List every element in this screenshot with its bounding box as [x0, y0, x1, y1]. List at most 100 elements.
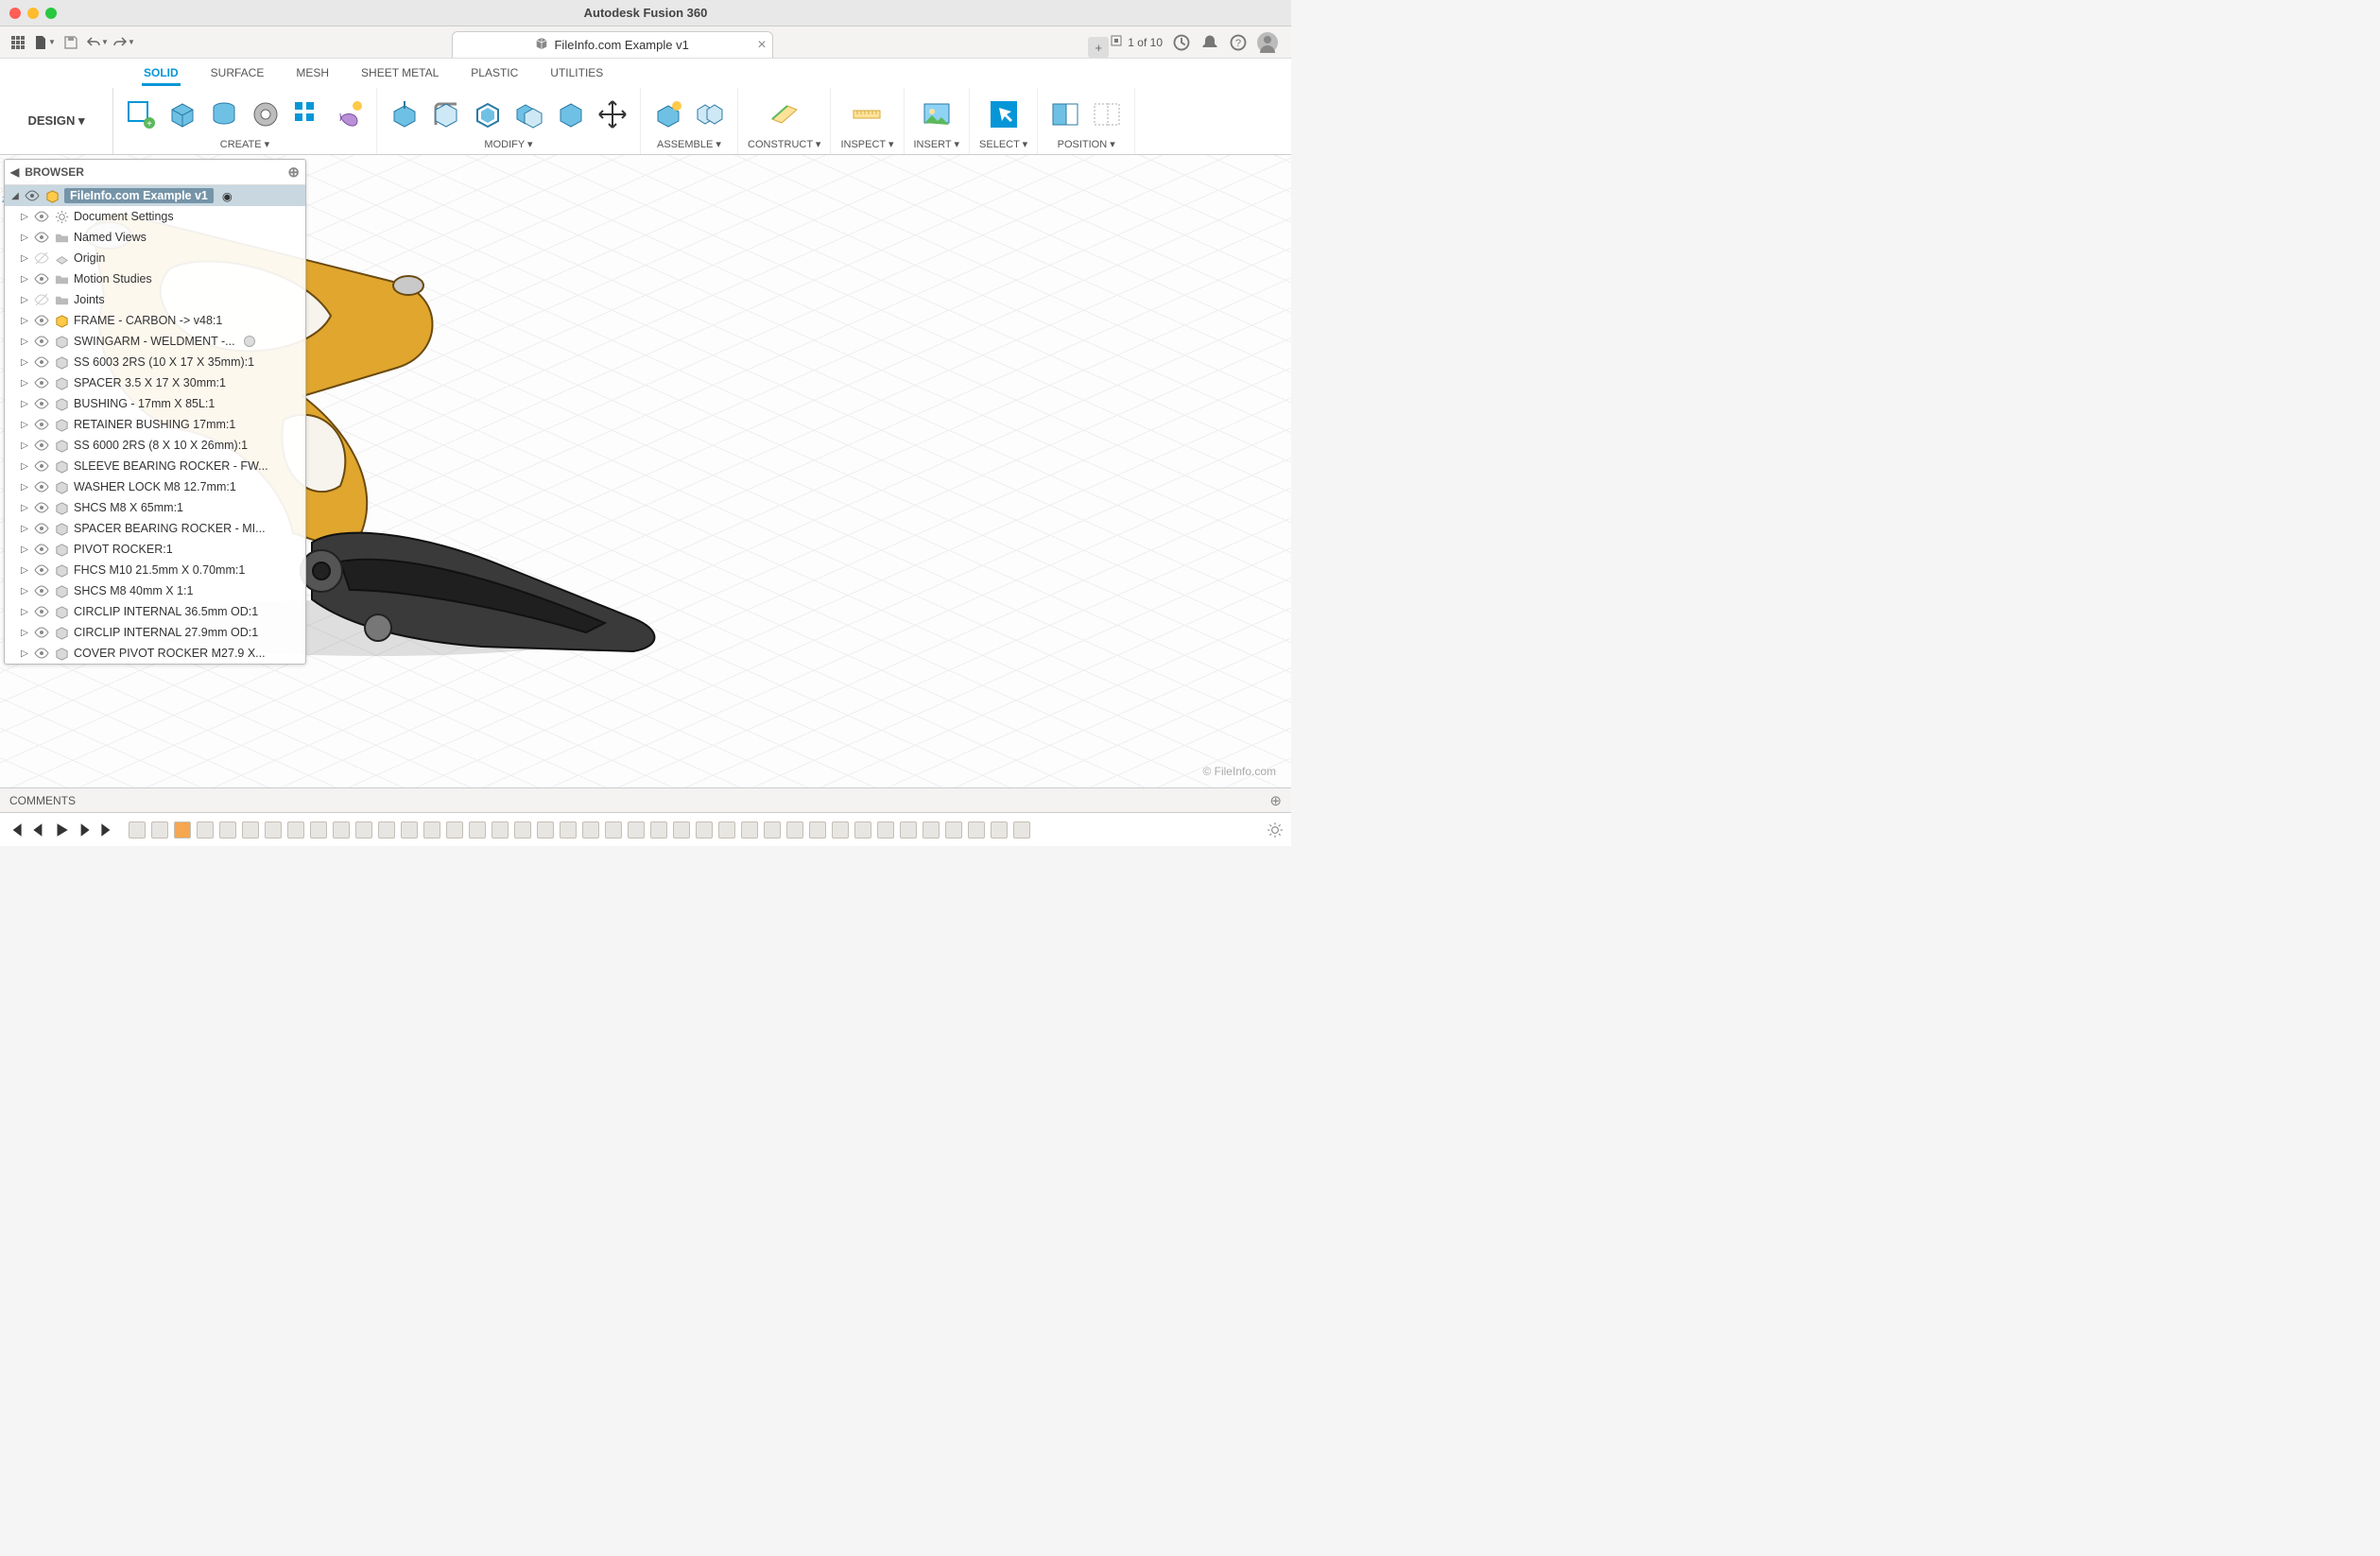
visibility-icon[interactable]	[34, 334, 49, 349]
timeline-next-button[interactable]	[76, 821, 93, 839]
timeline-feature[interactable]	[174, 821, 191, 839]
collapse-left-icon[interactable]: ◀	[10, 165, 19, 179]
tree-node[interactable]: ▷BUSHING - 17mm X 85L:1	[5, 393, 305, 414]
tree-node[interactable]: ▷CIRCLIP INTERNAL 36.5mm OD:1	[5, 601, 305, 622]
expand-icon[interactable]: ▷	[20, 461, 29, 472]
pin-icon[interactable]: ⊕	[1269, 792, 1282, 809]
visibility-icon[interactable]	[34, 500, 49, 515]
timeline-feature[interactable]	[242, 821, 259, 839]
tree-node[interactable]: ▷Origin	[5, 248, 305, 268]
timeline-feature[interactable]	[786, 821, 803, 839]
ribbon-tab-plastic[interactable]: PLASTIC	[469, 62, 520, 86]
visibility-icon[interactable]	[34, 230, 49, 245]
timeline-end-button[interactable]	[98, 821, 115, 839]
visibility-icon[interactable]	[34, 396, 49, 411]
tree-node[interactable]: ▷SHCS M8 40mm X 1:1	[5, 580, 305, 601]
close-tab-icon[interactable]: ×	[757, 37, 766, 54]
undo-button[interactable]: ▼	[85, 30, 110, 55]
tree-node[interactable]: ▷WASHER LOCK M8 12.7mm:1	[5, 476, 305, 497]
visibility-icon[interactable]	[34, 354, 49, 370]
timeline-feature[interactable]	[469, 821, 486, 839]
expand-icon[interactable]: ▷	[20, 482, 29, 493]
timeline-feature[interactable]	[877, 821, 894, 839]
timeline-feature[interactable]	[991, 821, 1008, 839]
visibility-icon[interactable]	[34, 251, 49, 266]
press-pull-icon[interactable]	[387, 96, 423, 132]
bell-icon[interactable]	[1200, 33, 1219, 52]
timeline-feature[interactable]	[378, 821, 395, 839]
visibility-icon[interactable]	[34, 292, 49, 307]
tree-node[interactable]: ▷FHCS M10 21.5mm X 0.70mm:1	[5, 560, 305, 580]
ribbon-group-select-label[interactable]: SELECT ▾	[979, 138, 1027, 152]
timeline-feature[interactable]	[197, 821, 214, 839]
ribbon-group-assemble-label[interactable]: ASSEMBLE ▾	[657, 138, 721, 152]
visibility-icon[interactable]	[34, 417, 49, 432]
timeline-play-button[interactable]	[53, 821, 70, 839]
visibility-icon[interactable]	[34, 583, 49, 598]
tree-node[interactable]: ▷SLEEVE BEARING ROCKER - FW...	[5, 456, 305, 476]
select-icon[interactable]	[986, 96, 1022, 132]
move-icon[interactable]	[595, 96, 630, 132]
timeline-feature[interactable]	[537, 821, 554, 839]
expand-icon[interactable]: ▷	[20, 253, 29, 264]
pin-icon[interactable]: ⊕	[287, 164, 300, 181]
expand-icon[interactable]: ▷	[20, 648, 29, 659]
form-icon[interactable]	[331, 96, 367, 132]
ribbon-tab-solid[interactable]: SOLID	[142, 62, 181, 86]
expand-icon[interactable]: ▷	[20, 212, 29, 222]
visibility-icon[interactable]	[34, 604, 49, 619]
visibility-icon[interactable]	[34, 521, 49, 536]
expand-icon[interactable]: ▷	[20, 357, 29, 368]
tree-node[interactable]: ▷SPACER BEARING ROCKER - MI...	[5, 518, 305, 539]
tree-root[interactable]: ◢ FileInfo.com Example v1 ◉	[5, 185, 305, 206]
align-icon[interactable]	[553, 96, 589, 132]
new-component-icon[interactable]	[650, 96, 686, 132]
job-status[interactable]: 1 of 10	[1109, 33, 1163, 51]
shell-icon[interactable]	[470, 96, 506, 132]
timeline-prev-button[interactable]	[30, 821, 47, 839]
visibility-icon[interactable]	[34, 313, 49, 328]
visibility-icon[interactable]	[25, 188, 40, 203]
new-tab-button[interactable]: +	[1088, 37, 1109, 58]
expand-icon[interactable]: ▷	[20, 295, 29, 305]
tree-node[interactable]: ▷SPACER 3.5 X 17 X 30mm:1	[5, 372, 305, 393]
combine-icon[interactable]	[511, 96, 547, 132]
tree-node[interactable]: ▷SS 6000 2RS (8 X 10 X 26mm):1	[5, 435, 305, 456]
timeline-feature[interactable]	[650, 821, 667, 839]
radio-icon[interactable]: ◉	[222, 189, 233, 203]
position-capture-icon[interactable]	[1047, 96, 1083, 132]
timeline-feature[interactable]	[968, 821, 985, 839]
redo-button[interactable]: ▼	[112, 30, 136, 55]
timeline-feature[interactable]	[401, 821, 418, 839]
document-tab-active[interactable]: FileInfo.com Example v1 ×	[452, 31, 773, 58]
expand-icon[interactable]: ▷	[20, 545, 29, 555]
create-sketch-icon[interactable]: +	[123, 96, 159, 132]
ribbon-tab-sheet-metal[interactable]: SHEET METAL	[359, 62, 440, 86]
timeline-feature[interactable]	[718, 821, 735, 839]
tree-node[interactable]: ▷PIVOT ROCKER:1	[5, 539, 305, 560]
ribbon-tab-utilities[interactable]: UTILITIES	[548, 62, 605, 86]
timeline-feature[interactable]	[582, 821, 599, 839]
joint-icon[interactable]	[692, 96, 728, 132]
timeline-start-button[interactable]	[8, 821, 25, 839]
timeline-feature[interactable]	[809, 821, 826, 839]
tree-node[interactable]: ▷RETAINER BUSHING 17mm:1	[5, 414, 305, 435]
visibility-icon[interactable]	[34, 542, 49, 557]
position-revert-icon[interactable]	[1089, 96, 1125, 132]
tree-node[interactable]: ▷SHCS M8 X 65mm:1	[5, 497, 305, 518]
visibility-icon[interactable]	[34, 646, 49, 661]
ribbon-group-position-label[interactable]: POSITION ▾	[1058, 138, 1115, 152]
visibility-icon[interactable]	[34, 438, 49, 453]
timeline-feature[interactable]	[764, 821, 781, 839]
timeline-feature[interactable]	[129, 821, 146, 839]
expand-icon[interactable]: ▷	[20, 524, 29, 534]
ribbon-group-insert-label[interactable]: INSERT ▾	[914, 138, 960, 152]
ribbon-tab-surface[interactable]: SURFACE	[209, 62, 267, 86]
expand-icon[interactable]: ▷	[20, 607, 29, 617]
ribbon-group-modify-label[interactable]: MODIFY ▾	[484, 138, 532, 152]
timeline-feature[interactable]	[333, 821, 350, 839]
ribbon-group-inspect-label[interactable]: INSPECT ▾	[840, 138, 893, 152]
expand-icon[interactable]: ▷	[20, 233, 29, 243]
data-panel-button[interactable]	[6, 30, 30, 55]
timeline-feature[interactable]	[219, 821, 236, 839]
